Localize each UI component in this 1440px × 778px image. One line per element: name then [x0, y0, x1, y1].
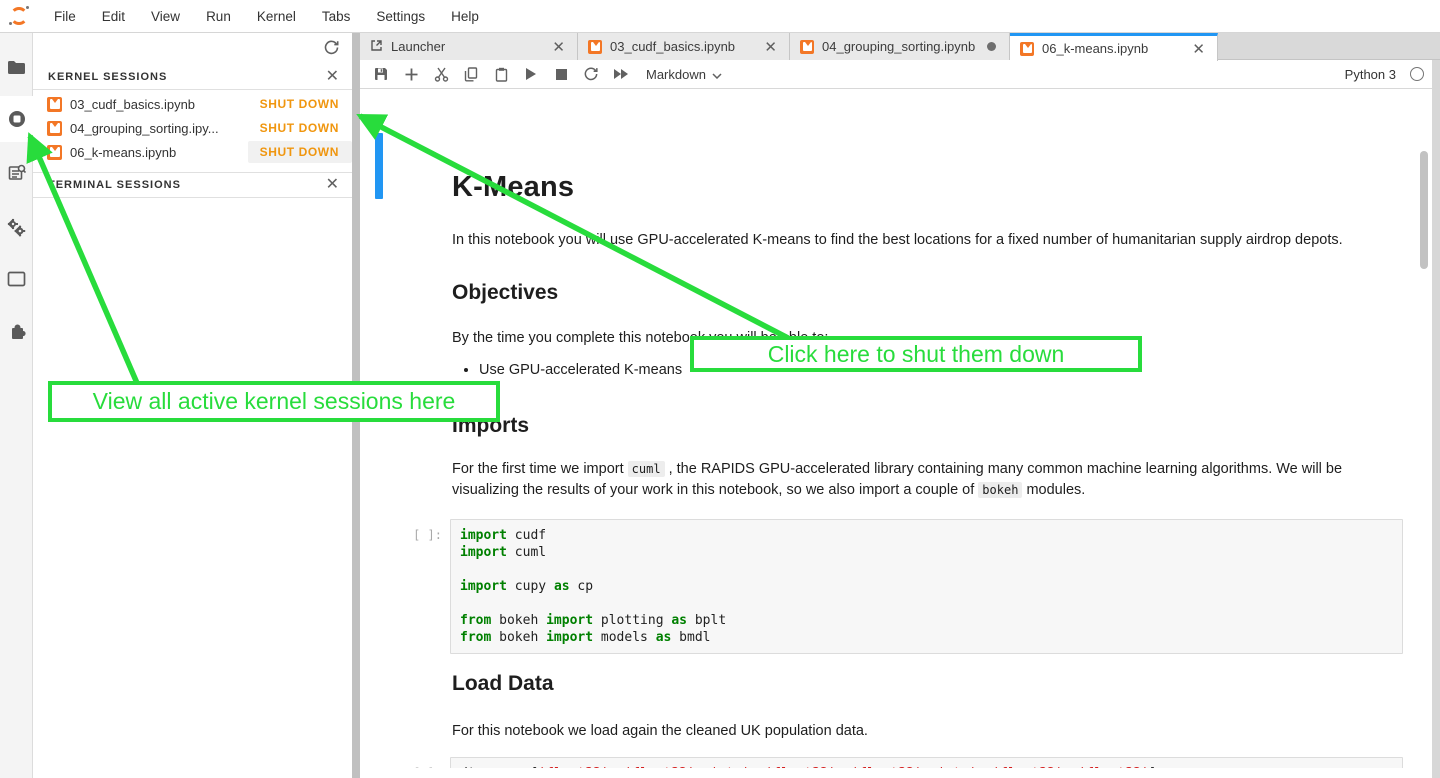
- restart-run-all-icon[interactable]: [606, 60, 636, 89]
- menu-kernel[interactable]: Kernel: [244, 0, 309, 33]
- active-cell-indicator[interactable]: [375, 133, 383, 199]
- session-name: 04_grouping_sorting.ipy...: [70, 121, 248, 136]
- launcher-icon: [370, 39, 383, 55]
- tab-launcher[interactable]: Launcher ✕: [360, 33, 578, 60]
- cell-prompt: [ ]:: [408, 757, 442, 768]
- menu-tabs[interactable]: Tabs: [309, 0, 364, 33]
- extensions-puzzle-icon[interactable]: [0, 308, 33, 354]
- tab-label: 04_grouping_sorting.ipynb: [822, 39, 975, 54]
- chevron-down-icon: [712, 67, 722, 82]
- paste-cell-icon[interactable]: [486, 60, 516, 89]
- interrupt-kernel-icon[interactable]: [546, 60, 576, 89]
- tab-label: 06_k-means.ipynb: [1042, 41, 1148, 56]
- md-heading-load-data: Load Data: [452, 672, 554, 696]
- unsaved-changes-dot[interactable]: [987, 42, 996, 51]
- notebook-toolbar: Markdown Python 3: [360, 60, 1440, 89]
- jupyter-logo-icon: [9, 6, 29, 26]
- annotation-text: Click here to shut them down: [768, 341, 1065, 368]
- notebook-icon: [1020, 42, 1034, 56]
- code-editor[interactable]: dtypes = ['float32', 'float32', 'str', '…: [450, 757, 1403, 768]
- annotation-text: View all active kernel sessions here: [93, 388, 456, 415]
- main-area: Launcher ✕ 03_cudf_basics.ipynb ✕ 04_gro…: [360, 33, 1440, 778]
- shutdown-button[interactable]: SHUT DOWN: [248, 93, 352, 115]
- kernel-sessions-title: KERNEL SESSIONS: [33, 71, 326, 83]
- menu-settings[interactable]: Settings: [363, 0, 438, 33]
- menu-help[interactable]: Help: [438, 0, 492, 33]
- md-heading-objectives: Objectives: [452, 281, 558, 305]
- annotation-box-shutdown: Click here to shut them down: [690, 336, 1142, 372]
- kernel-session-row[interactable]: 06_k-means.ipynb SHUT DOWN: [33, 140, 352, 164]
- kernel-indicator[interactable]: Python 3: [1345, 67, 1440, 82]
- terminal-sessions-header: TERMINAL SESSIONS ✕: [33, 172, 352, 198]
- notebook-icon: [47, 97, 62, 112]
- md-paragraph-intro: In this notebook you will use GPU-accele…: [452, 230, 1357, 251]
- kernel-session-row[interactable]: 03_cudf_basics.ipynb SHUT DOWN: [33, 92, 352, 116]
- tab-close-icon[interactable]: ✕: [762, 38, 779, 56]
- notebook-icon: [800, 40, 814, 54]
- tab-close-icon[interactable]: ✕: [1190, 40, 1207, 58]
- notebook-icon: [588, 40, 602, 54]
- save-icon[interactable]: [366, 60, 396, 89]
- terminal-sessions-title: TERMINAL SESSIONS: [33, 179, 326, 191]
- kernel-name: Python 3: [1345, 67, 1396, 82]
- tab-label: 03_cudf_basics.ipynb: [610, 39, 735, 54]
- notebook-document: K-Means In this notebook you will use GP…: [360, 89, 1440, 768]
- refresh-sessions-icon[interactable]: [323, 39, 340, 61]
- kernel-sessions-header: KERNEL SESSIONS ✕: [33, 64, 352, 90]
- kernel-status-icon: [1410, 67, 1424, 81]
- notebook-icon: [47, 145, 62, 160]
- close-kernel-sessions-icon[interactable]: ✕: [326, 69, 352, 85]
- session-name: 06_k-means.ipynb: [70, 145, 248, 160]
- md-paragraph-imports: For the first time we import cuml , the …: [452, 459, 1357, 501]
- notebook-icon: [47, 121, 62, 136]
- menu-view[interactable]: View: [138, 0, 193, 33]
- menu-bar: File Edit View Run Kernel Tabs Settings …: [0, 0, 1440, 33]
- dock-tab-bar: Launcher ✕ 03_cudf_basics.ipynb ✕ 04_gro…: [360, 33, 1440, 60]
- tab-03-cudf-basics[interactable]: 03_cudf_basics.ipynb ✕: [578, 33, 790, 60]
- session-name: 03_cudf_basics.ipynb: [70, 97, 248, 112]
- cut-cell-icon[interactable]: [426, 60, 456, 89]
- cell-type-value: Markdown: [646, 67, 706, 82]
- code-editor[interactable]: import cudfimport cuml import cupy as cp…: [450, 519, 1403, 654]
- shutdown-button[interactable]: SHUT DOWN: [248, 117, 352, 139]
- tab-close-icon[interactable]: ✕: [550, 38, 567, 56]
- tab-04-grouping-sorting[interactable]: 04_grouping_sorting.ipynb: [790, 33, 1010, 60]
- settings-gears-icon[interactable]: [0, 204, 33, 250]
- md-list-item: Use GPU-accelerated K-means: [479, 360, 682, 380]
- open-tabs-icon[interactable]: [0, 256, 33, 302]
- cell-prompt: [ ]:: [408, 519, 442, 654]
- inline-code-bokeh: bokeh: [978, 482, 1022, 498]
- cell-type-dropdown[interactable]: Markdown: [646, 67, 722, 82]
- md-heading-kmeans: K-Means: [452, 171, 574, 204]
- code-cell-load-data[interactable]: [ ]: dtypes = ['float32', 'float32', 'st…: [408, 757, 1403, 768]
- code-cell-imports[interactable]: [ ]: import cudfimport cuml import cupy …: [408, 519, 1403, 654]
- window-right-edge: [1432, 60, 1440, 778]
- copy-cell-icon[interactable]: [456, 60, 486, 89]
- kernel-session-row[interactable]: 04_grouping_sorting.ipy... SHUT DOWN: [33, 116, 352, 140]
- property-inspector-icon[interactable]: [0, 150, 33, 196]
- vertical-scrollbar-thumb[interactable]: [1420, 151, 1428, 269]
- file-browser-icon[interactable]: [0, 44, 33, 90]
- restart-kernel-icon[interactable]: [576, 60, 606, 89]
- add-cell-icon[interactable]: [396, 60, 426, 89]
- sidebar-icon-strip: [0, 33, 33, 778]
- md-objectives-list: Use GPU-accelerated K-means: [452, 360, 682, 380]
- menu-file[interactable]: File: [41, 0, 89, 33]
- menu-edit[interactable]: Edit: [89, 0, 138, 33]
- inline-code-cuml: cuml: [628, 461, 665, 477]
- run-cell-icon[interactable]: [516, 60, 546, 89]
- close-terminal-sessions-icon[interactable]: ✕: [326, 177, 352, 193]
- annotation-box-kernel-sessions: View all active kernel sessions here: [48, 381, 500, 422]
- shutdown-button[interactable]: SHUT DOWN: [248, 141, 352, 163]
- running-sessions-icon[interactable]: [0, 96, 34, 142]
- tab-label: Launcher: [391, 39, 445, 54]
- tab-06-k-means[interactable]: 06_k-means.ipynb ✕: [1010, 33, 1218, 61]
- md-paragraph-load-data: For this notebook we load again the clea…: [452, 721, 1357, 742]
- menu-run[interactable]: Run: [193, 0, 244, 33]
